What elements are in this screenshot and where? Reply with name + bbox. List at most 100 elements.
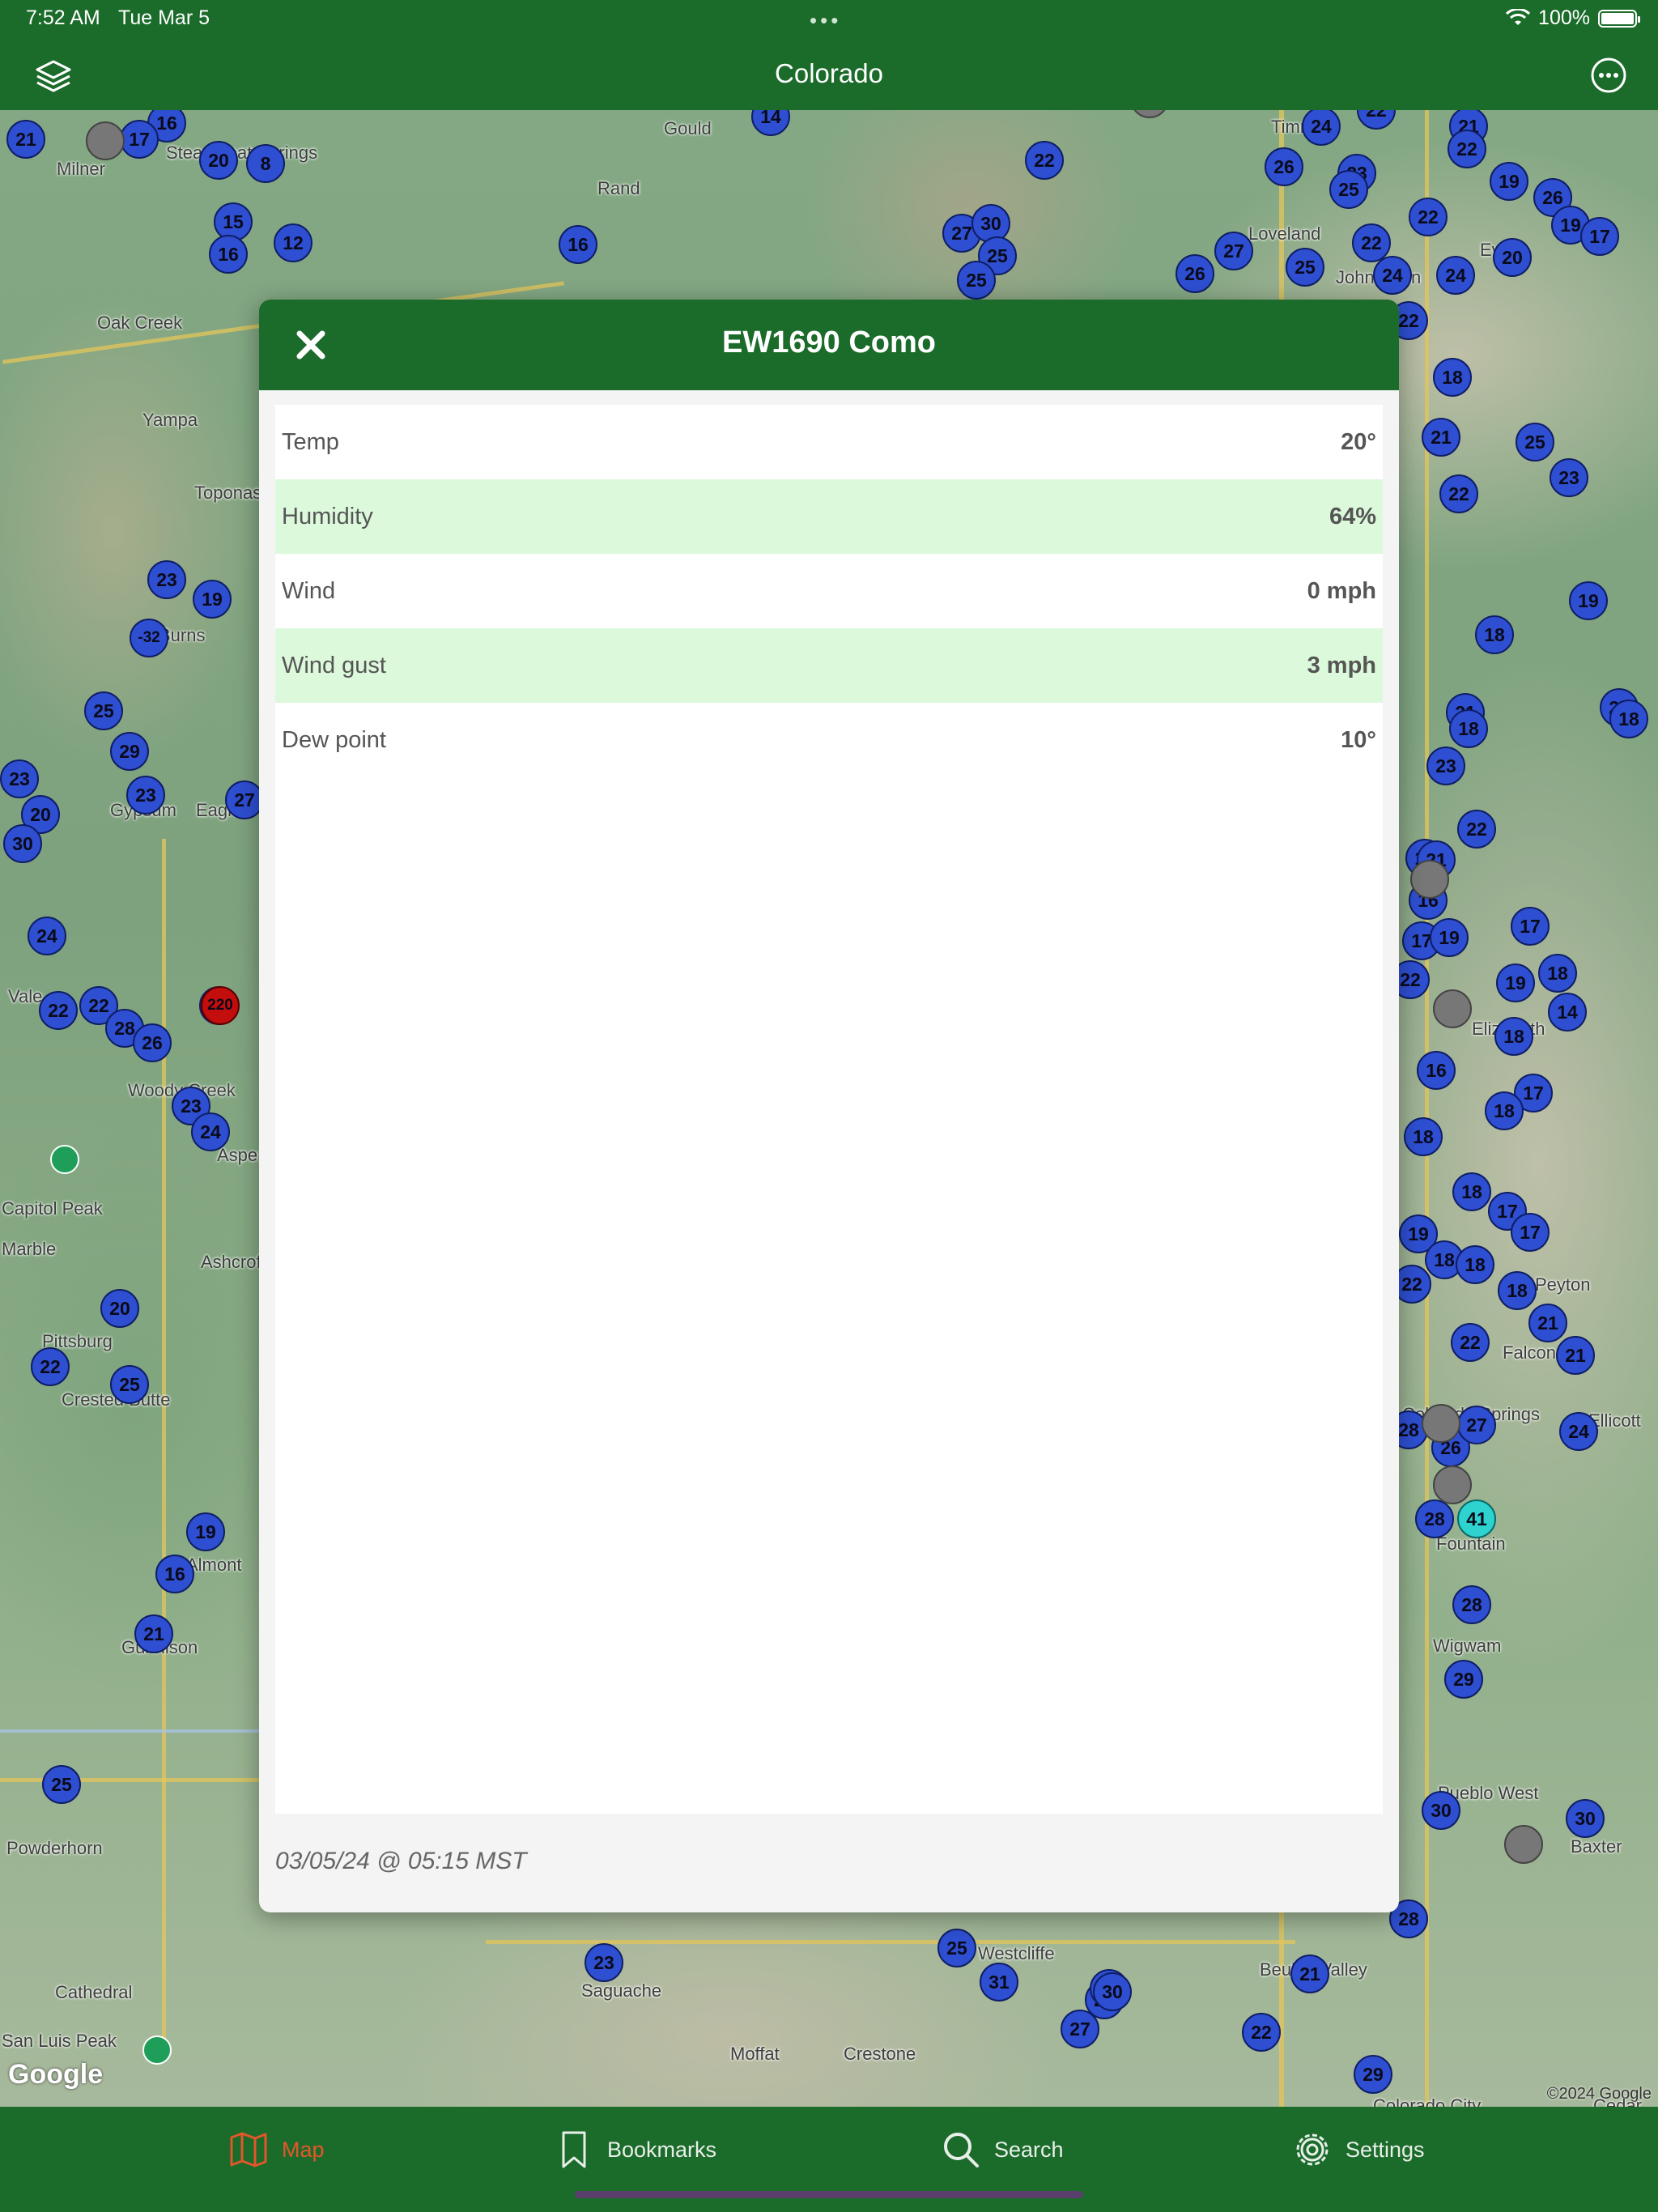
station-marker[interactable]: 22 <box>1242 2013 1281 2052</box>
station-marker[interactable]: 16 <box>559 225 597 264</box>
station-marker[interactable]: 26 <box>1175 254 1214 293</box>
station-marker[interactable]: 30 <box>1566 1799 1605 1838</box>
station-marker[interactable]: 27 <box>1214 232 1253 270</box>
station-marker[interactable]: 21 <box>134 1614 173 1653</box>
multitasking-dots[interactable]: ••• <box>810 8 841 33</box>
station-marker[interactable]: 23 <box>0 759 39 798</box>
station-marker[interactable]: 18 <box>1485 1091 1524 1130</box>
station-marker[interactable] <box>1504 1825 1543 1864</box>
station-marker[interactable]: 29 <box>110 732 149 771</box>
station-marker[interactable]: 220 <box>201 986 240 1025</box>
station-marker[interactable]: 20 <box>199 141 238 180</box>
station-marker[interactable]: 14 <box>1548 993 1587 1032</box>
station-marker[interactable] <box>1422 1404 1460 1443</box>
station-marker[interactable]: 24 <box>1302 110 1341 146</box>
station-marker[interactable]: 25 <box>937 1929 976 1967</box>
station-marker[interactable]: 18 <box>1475 615 1514 654</box>
station-marker[interactable]: 18 <box>1494 1017 1533 1056</box>
station-marker[interactable]: 22 <box>1451 1323 1490 1362</box>
station-marker[interactable]: 31 <box>980 1963 1018 2001</box>
station-marker[interactable]: 28 <box>1452 1585 1491 1624</box>
station-marker[interactable] <box>1130 110 1169 118</box>
station-marker[interactable]: 27 <box>1457 1406 1496 1444</box>
station-marker[interactable] <box>1433 989 1472 1028</box>
station-marker[interactable]: 22 <box>1025 141 1064 180</box>
station-marker[interactable]: 17 <box>1511 1213 1550 1252</box>
station-marker[interactable]: 24 <box>191 1112 230 1151</box>
tab-search[interactable]: Search <box>941 2129 1064 2170</box>
station-marker[interactable]: 24 <box>1373 256 1412 295</box>
station-marker[interactable]: 25 <box>1329 170 1368 209</box>
station-marker[interactable]: 16 <box>155 1555 194 1593</box>
station-marker[interactable]: 19 <box>186 1512 225 1551</box>
station-marker[interactable]: 18 <box>1609 700 1648 738</box>
station-marker[interactable]: 41 <box>1457 1499 1496 1538</box>
station-marker[interactable]: 17 <box>1511 907 1550 946</box>
station-marker[interactable]: 23 <box>585 1943 623 1982</box>
station-marker[interactable]: 27 <box>1061 2010 1099 2048</box>
station-marker[interactable]: 30 <box>3 824 42 863</box>
station-marker[interactable]: 19 <box>1496 963 1535 1002</box>
tab-map[interactable]: Map <box>228 2129 325 2170</box>
station-marker[interactable]: 24 <box>1559 1412 1598 1451</box>
station-marker[interactable]: 22 <box>1409 198 1448 236</box>
station-marker[interactable]: 22 <box>1357 110 1396 130</box>
station-marker[interactable] <box>86 121 125 160</box>
station-marker[interactable]: 14 <box>751 110 790 136</box>
station-marker[interactable]: 30 <box>1422 1791 1460 1830</box>
station-marker[interactable]: 26 <box>1265 147 1303 186</box>
station-marker[interactable] <box>1410 860 1449 899</box>
station-marker[interactable] <box>1433 1465 1472 1504</box>
station-marker[interactable]: 22 <box>39 991 78 1030</box>
station-marker[interactable]: 21 <box>1528 1304 1567 1342</box>
station-marker[interactable]: 25 <box>110 1365 149 1404</box>
station-marker[interactable]: 22 <box>31 1347 70 1386</box>
station-marker[interactable]: 16 <box>209 235 248 274</box>
station-marker[interactable]: 17 <box>120 120 159 159</box>
station-marker[interactable]: 18 <box>1452 1172 1491 1211</box>
station-marker[interactable]: 25 <box>42 1765 81 1804</box>
station-marker[interactable]: 21 <box>1556 1336 1595 1375</box>
station-marker[interactable]: 21 <box>6 120 45 159</box>
station-marker[interactable]: 24 <box>1436 256 1475 295</box>
station-marker[interactable]: 23 <box>147 560 186 599</box>
station-marker[interactable]: 29 <box>1444 1660 1483 1699</box>
station-marker[interactable]: 19 <box>1430 918 1469 957</box>
station-marker[interactable]: 24 <box>28 917 66 955</box>
station-marker[interactable]: 19 <box>193 580 232 619</box>
tab-bookmarks[interactable]: Bookmarks <box>554 2129 716 2170</box>
station-marker[interactable]: 22 <box>1448 130 1486 168</box>
station-marker[interactable]: 19 <box>1490 162 1528 201</box>
station-marker[interactable]: 25 <box>957 261 996 300</box>
station-marker[interactable]: 22 <box>1457 810 1496 849</box>
station-marker[interactable]: 21 <box>1290 1955 1329 1993</box>
station-marker[interactable]: 17 <box>1580 217 1619 256</box>
station-marker[interactable]: -32 <box>130 619 168 657</box>
station-marker[interactable]: 18 <box>1456 1245 1494 1284</box>
station-marker[interactable]: 26 <box>133 1023 172 1062</box>
station-marker[interactable]: 28 <box>1415 1499 1454 1538</box>
station-marker[interactable]: 21 <box>1422 418 1460 457</box>
station-marker[interactable]: 12 <box>274 223 312 262</box>
station-marker[interactable]: 18 <box>1498 1271 1537 1310</box>
station-marker[interactable]: 23 <box>1426 747 1465 785</box>
station-marker[interactable]: 18 <box>1404 1117 1443 1156</box>
station-marker[interactable]: 25 <box>1516 423 1554 462</box>
station-marker[interactable]: 29 <box>1354 2055 1392 2094</box>
station-marker[interactable]: 19 <box>1569 581 1608 620</box>
station-marker[interactable]: 16 <box>1417 1051 1456 1090</box>
station-marker[interactable]: 18 <box>1538 954 1577 993</box>
station-marker[interactable]: 27 <box>225 781 264 819</box>
ellipsis-circle-icon[interactable] <box>1590 57 1627 94</box>
station-marker[interactable]: 8 <box>246 144 285 183</box>
station-marker[interactable]: 20 <box>1493 238 1532 277</box>
station-marker[interactable]: 20 <box>100 1289 139 1328</box>
station-marker[interactable]: 25 <box>1286 248 1324 287</box>
station-marker[interactable]: 22 <box>1439 474 1478 513</box>
station-marker[interactable]: 23 <box>126 776 165 815</box>
station-marker[interactable]: 30 <box>1093 1972 1132 2011</box>
station-marker[interactable]: 18 <box>1433 358 1472 397</box>
station-marker[interactable]: 25 <box>84 691 123 730</box>
tab-settings[interactable]: Settings <box>1292 2129 1425 2170</box>
station-marker[interactable]: 18 <box>1449 709 1488 748</box>
